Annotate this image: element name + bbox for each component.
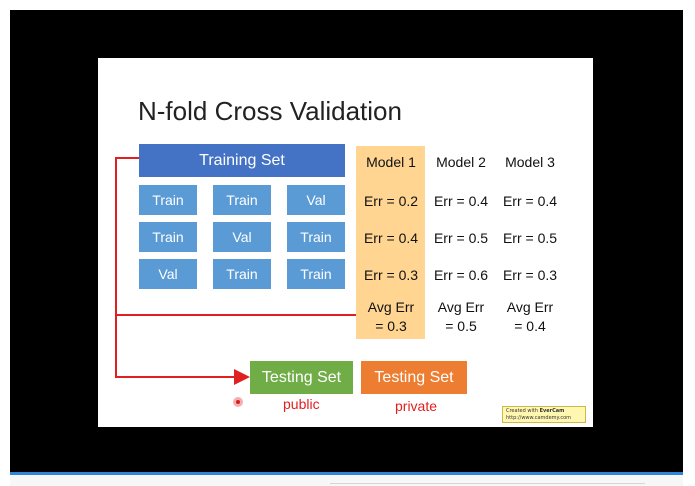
avg-error-line1: Avg Err: [506, 299, 554, 315]
avg-error-line2: = 0.4: [514, 318, 546, 334]
error-value: Err = 0.4: [433, 193, 489, 209]
avg-error: Avg Err = 0.3: [356, 298, 426, 336]
error-value: Err = 0.5: [502, 230, 558, 246]
video-player: N-fold Cross Validation Training Set Tra…: [0, 0, 695, 486]
error-value: Err = 0.5: [433, 230, 489, 246]
fold-cell: Val: [139, 259, 197, 289]
fold-cell: Train: [139, 185, 197, 215]
model-header: Model 2: [436, 154, 486, 170]
watermark-created-with: Created with: [506, 408, 538, 414]
error-value: Err = 0.3: [502, 267, 558, 283]
training-set-box: Training Set: [139, 144, 345, 177]
public-label: public: [283, 396, 320, 412]
avg-error: Avg Err = 0.5: [426, 298, 496, 336]
fold-cell: Train: [287, 259, 345, 289]
avg-error-line1: Avg Err: [437, 299, 485, 315]
player-bottom-divider: [330, 483, 645, 484]
error-value: Err = 0.6: [433, 267, 489, 283]
watermark-url: http://www.camdemy.com: [506, 414, 572, 421]
model-header: Model 3: [505, 154, 555, 170]
fold-cell: Train: [139, 222, 197, 252]
fold-cell: Train: [213, 185, 271, 215]
watermark-brand: EverCam: [539, 408, 565, 414]
error-value: Err = 0.4: [502, 193, 558, 209]
error-value: Err = 0.2: [363, 193, 419, 209]
error-value: Err = 0.4: [363, 230, 419, 246]
model-header: Model 1: [366, 154, 416, 170]
fold-cell: Val: [213, 222, 271, 252]
red-cursor-dot-icon: [233, 397, 243, 407]
testing-set-private-box: Testing Set: [361, 361, 467, 394]
avg-error-line1: Avg Err: [367, 299, 415, 315]
avg-error-line2: = 0.5: [445, 318, 477, 334]
avg-error-line2: = 0.3: [375, 318, 407, 334]
private-label: private: [395, 398, 438, 414]
fold-cell: Train: [287, 222, 345, 252]
slide: N-fold Cross Validation Training Set Tra…: [98, 58, 593, 427]
error-value: Err = 0.3: [363, 267, 419, 283]
avg-error: Avg Err = 0.4: [495, 298, 565, 336]
player-bottom-strip: [10, 475, 683, 486]
fold-cell: Train: [213, 259, 271, 289]
evercam-watermark: Created with EverCam http://www.camdemy.…: [502, 406, 586, 423]
slide-title: N-fold Cross Validation: [138, 96, 402, 126]
testing-set-public-box: Testing Set: [250, 361, 353, 394]
fold-cell: Val: [287, 185, 345, 215]
